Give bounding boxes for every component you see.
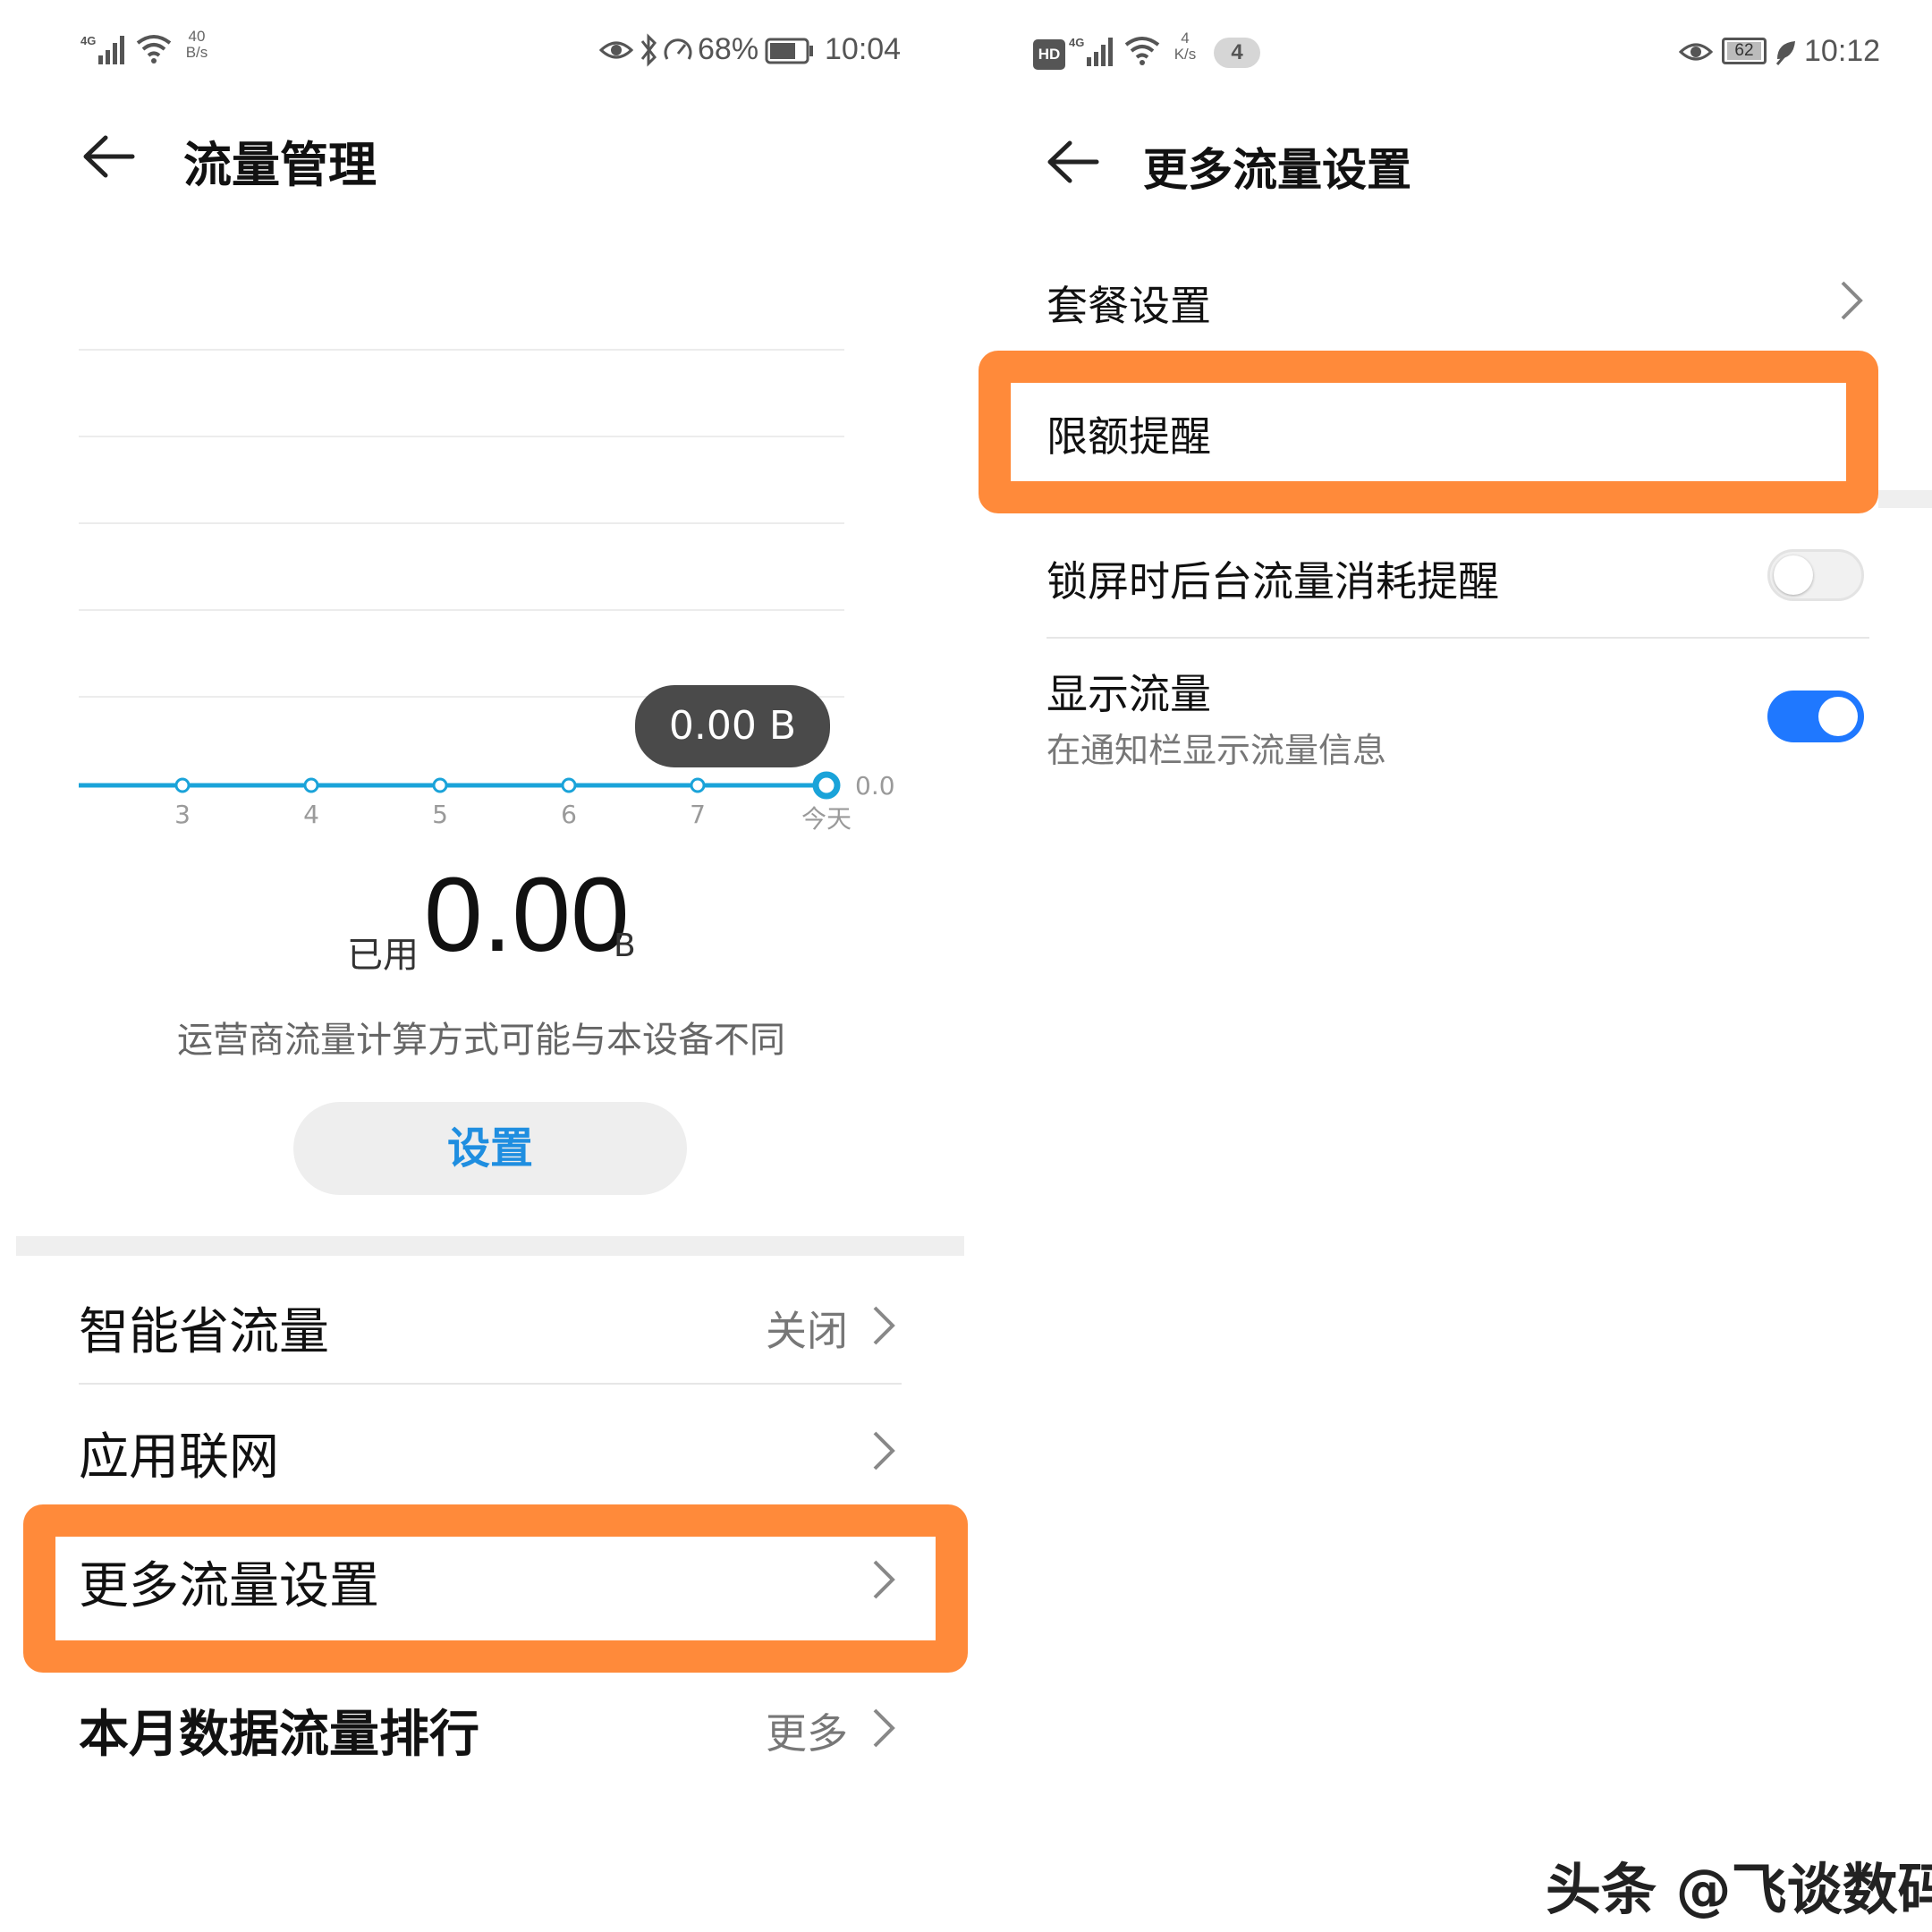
- chevron-right-icon: [866, 1299, 902, 1352]
- notification-count-badge: 4: [1214, 38, 1260, 68]
- leaf-icon: [1774, 38, 1799, 72]
- x-tick-label: 今天: [801, 804, 852, 834]
- battery-level: 62: [1727, 42, 1761, 60]
- row-label: 锁屏时后台流量消耗提醒: [1046, 557, 1499, 606]
- row-lockscreen-reminder[interactable]: 锁屏时后台流量消耗提醒: [1046, 533, 1869, 614]
- row-limit-reminder[interactable]: 限额提醒: [1046, 388, 1834, 469]
- x-tick-label: 3: [174, 800, 191, 829]
- net-speed-value: 40: [188, 28, 206, 45]
- signal-icon: 4G: [1069, 34, 1119, 74]
- usage-summary: 已用 0.00 B: [347, 856, 812, 979]
- row-app-networking[interactable]: 应用联网: [79, 1404, 902, 1503]
- usage-value: 0.00: [424, 856, 630, 974]
- usage-chart: 3 4 5 6 7 今天 0.0 0.00 B: [79, 295, 902, 850]
- svg-text:4G: 4G: [80, 34, 96, 47]
- wifi-icon: [1123, 32, 1162, 72]
- signal-icon: 4G: [80, 32, 131, 72]
- settings-button[interactable]: 设置: [293, 1102, 687, 1195]
- row-label: 显示流量: [1046, 670, 1211, 718]
- chevron-right-icon: [1834, 274, 1869, 327]
- row-label: 更多流量设置: [79, 1557, 379, 1615]
- row-label: 应用联网: [79, 1428, 279, 1487]
- row-label: 限额提醒: [1046, 412, 1211, 461]
- section-separator: [1878, 490, 1932, 508]
- right-status-bar: HD 4G 4 K/s 4 62 10:12: [1033, 27, 1883, 80]
- show-data-toggle[interactable]: [1767, 691, 1864, 742]
- row-more-data-settings[interactable]: 更多流量设置: [79, 1533, 902, 1631]
- watermark: 头条 @飞谈数码: [1546, 1857, 1932, 1922]
- usage-label: 已用: [347, 935, 419, 976]
- bluetooth-icon: [639, 32, 658, 72]
- x-tick-label: 6: [561, 800, 577, 829]
- row-value: 更多: [766, 1709, 848, 1758]
- data-point: [432, 777, 448, 793]
- chevron-right-icon: [866, 1701, 902, 1755]
- data-point: [561, 777, 577, 793]
- toggle-knob: [1818, 697, 1858, 736]
- data-point: [174, 777, 191, 793]
- eye-icon: [1678, 39, 1714, 69]
- y-tick-label: 0.0: [855, 771, 895, 801]
- wifi-icon: [134, 30, 174, 71]
- hd-badge: HD: [1033, 39, 1065, 70]
- status-time: 10:04: [825, 32, 902, 66]
- section-separator: [16, 1236, 964, 1256]
- back-arrow-icon[interactable]: [79, 125, 141, 188]
- x-tick-label: 7: [690, 800, 706, 829]
- speed-gauge-icon: [662, 34, 694, 71]
- net-speed-unit: K/s: [1174, 46, 1197, 63]
- row-label: 智能省流量: [79, 1303, 329, 1361]
- battery-percent: 68%: [698, 32, 759, 66]
- row-show-data[interactable]: 显示流量 在通知栏显示流量信息: [1046, 658, 1869, 775]
- row-monthly-ranking[interactable]: 本月数据流量排行 更多: [79, 1682, 902, 1780]
- row-divider: [79, 1383, 902, 1385]
- data-point: [303, 777, 319, 793]
- net-speed-value: 4: [1181, 30, 1190, 47]
- svg-text:4G: 4G: [1069, 36, 1084, 49]
- left-status-bar: 4G 40 B/s 68% 10:04: [80, 27, 903, 80]
- row-divider: [1046, 637, 1869, 639]
- row-smart-saver[interactable]: 智能省流量 关闭: [79, 1279, 902, 1377]
- eye-icon: [598, 38, 634, 67]
- row-sublabel: 在通知栏显示流量信息: [1046, 731, 1387, 770]
- data-point: [812, 771, 841, 800]
- row-label: 套餐设置: [1046, 282, 1211, 330]
- row-plan-settings[interactable]: 套餐设置: [1046, 259, 1869, 340]
- carrier-note: 运营商流量计算方式可能与本设备不同: [177, 1020, 785, 1061]
- battery-icon: [765, 38, 815, 69]
- x-tick-label: 5: [432, 800, 448, 829]
- status-time: 10:12: [1804, 34, 1881, 68]
- data-point: [690, 777, 706, 793]
- row-label: 本月数据流量排行: [79, 1706, 479, 1764]
- page-title: 流量管理: [183, 137, 377, 193]
- chevron-right-icon: [866, 1424, 902, 1478]
- net-speed: 4 K/s: [1167, 30, 1203, 63]
- chart-tooltip: 0.00 B: [635, 685, 830, 767]
- chevron-right-icon: [866, 1553, 902, 1606]
- back-arrow-icon[interactable]: [1043, 131, 1106, 193]
- lockscreen-reminder-toggle[interactable]: [1767, 549, 1864, 601]
- usage-unit: B: [614, 928, 636, 964]
- x-tick-label: 4: [303, 800, 319, 829]
- net-speed-unit: B/s: [185, 44, 208, 61]
- toggle-knob: [1774, 555, 1813, 595]
- page-title: 更多流量设置: [1143, 144, 1411, 196]
- row-value: 关闭: [766, 1307, 848, 1355]
- net-speed: 40 B/s: [179, 29, 215, 61]
- battery-icon: 62: [1722, 38, 1767, 64]
